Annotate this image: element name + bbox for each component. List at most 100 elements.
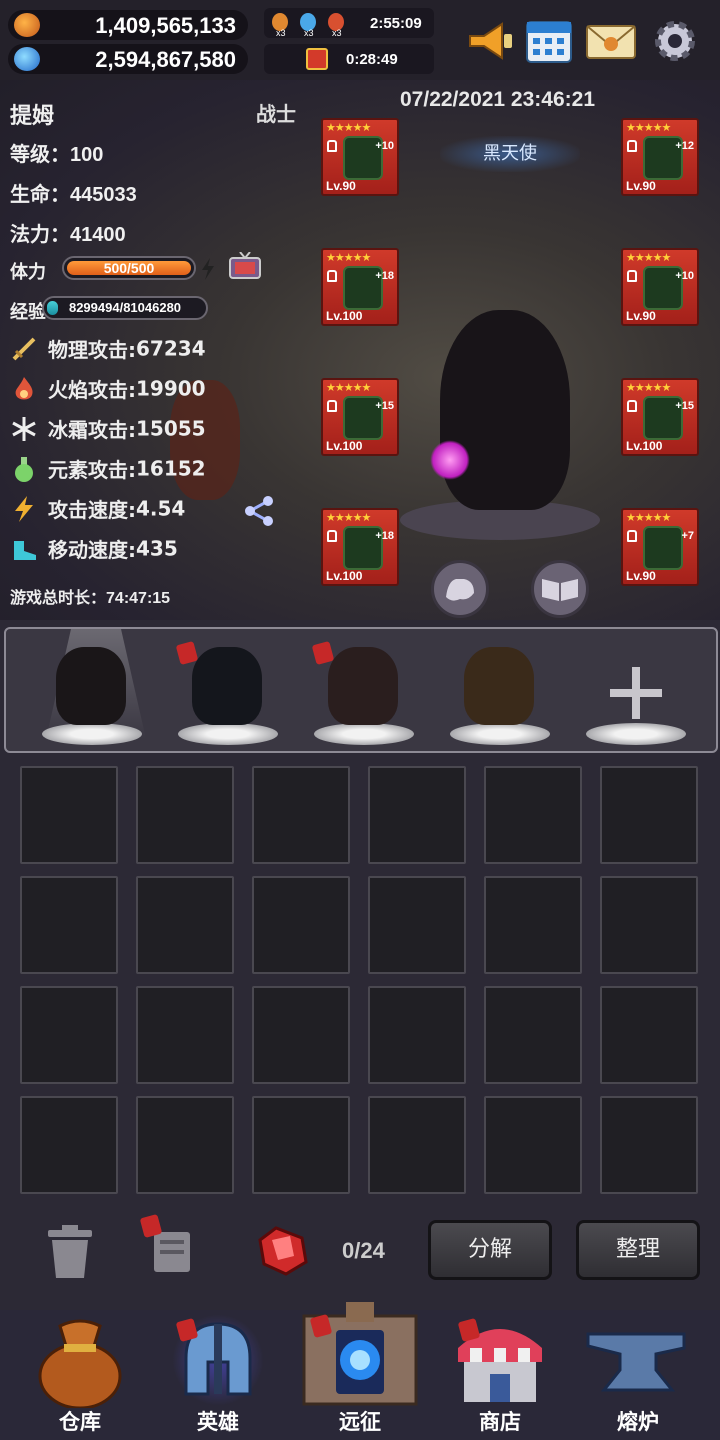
- lock-icon: [327, 140, 337, 152]
- ruby-icon: [254, 1222, 310, 1278]
- hero-class: 战士: [256, 102, 296, 126]
- title-badge: 黑天使: [440, 136, 580, 172]
- inventory-slot[interactable]: [20, 876, 118, 974]
- lock-icon: [627, 270, 637, 282]
- lightning-icon: [202, 258, 214, 280]
- book-icon: [542, 579, 578, 601]
- inventory-slot[interactable]: [484, 1096, 582, 1194]
- trash-button[interactable]: [44, 1224, 96, 1280]
- inventory-slot[interactable]: [20, 766, 118, 864]
- mail-icon: [586, 25, 636, 59]
- nav-expedition[interactable]: 远征: [290, 1296, 430, 1440]
- inventory-slot[interactable]: [136, 986, 234, 1084]
- potion-icon: [15, 456, 33, 482]
- megaphone-button[interactable]: [462, 14, 516, 68]
- inventory-slot[interactable]: [252, 766, 350, 864]
- team-hero-2[interactable]: [192, 647, 262, 725]
- team-hero-4[interactable]: [464, 647, 534, 725]
- lock-icon: [327, 400, 337, 412]
- inventory-slot[interactable]: [252, 876, 350, 974]
- mail-button[interactable]: [584, 14, 638, 68]
- shield-item-icon: [643, 526, 683, 570]
- share-button[interactable]: [242, 494, 276, 528]
- equip-slot-ring[interactable]: ★★★★★ +12 Lv.90: [621, 118, 699, 196]
- tv-ad-button[interactable]: [228, 251, 262, 280]
- gift-timer: 0:28:49: [346, 51, 398, 68]
- inventory-slot[interactable]: [136, 766, 234, 864]
- inventory-slot[interactable]: [484, 876, 582, 974]
- exp-bar: 8299494/81046280: [42, 296, 208, 320]
- gold-value: 1,409,565,133: [95, 13, 236, 38]
- inventory-slot[interactable]: [600, 876, 698, 974]
- team-pedestal-4: [450, 723, 550, 745]
- lock-icon: [627, 140, 637, 152]
- add-hero-button[interactable]: [606, 663, 666, 723]
- plus-icon: [610, 667, 662, 719]
- fire-icon: [15, 376, 33, 399]
- hp-row: 生命：445033: [10, 182, 137, 206]
- inventory-slot[interactable]: [136, 876, 234, 974]
- share-icon: [245, 496, 273, 526]
- gold-counter: 1,409,565,133: [8, 10, 248, 40]
- inventory-count: 0/24: [342, 1238, 385, 1263]
- gear-icon: [655, 21, 695, 61]
- sort-button[interactable]: 整理: [576, 1220, 700, 1280]
- attribute-attack-speed: 攻击速度:4.54: [10, 494, 185, 524]
- inventory-slot[interactable]: [136, 1096, 234, 1194]
- equip-slot-boots[interactable]: ★★★★★ +15 Lv.100: [621, 378, 699, 456]
- muscle-icon: [446, 579, 474, 601]
- inventory-slot[interactable]: [20, 1096, 118, 1194]
- decompose-button[interactable]: 分解: [428, 1220, 552, 1280]
- inventory-slot[interactable]: [20, 986, 118, 1084]
- inventory-slot[interactable]: [368, 1096, 466, 1194]
- inventory-slot[interactable]: [600, 766, 698, 864]
- calendar-icon: [526, 21, 572, 63]
- attribute-fire: 火焰攻击:19900: [10, 374, 206, 404]
- team-hero-1[interactable]: [56, 647, 126, 725]
- equip-slot-gloves[interactable]: ★★★★★ +15 Lv.100: [321, 378, 399, 456]
- inventory-slot[interactable]: [484, 766, 582, 864]
- anvil-icon: [586, 1332, 686, 1392]
- inventory-slot[interactable]: [484, 986, 582, 1084]
- stamina-label: 体力: [10, 262, 46, 283]
- inventory-slot[interactable]: [600, 1096, 698, 1194]
- lock-icon: [327, 530, 337, 542]
- lock-icon: [327, 270, 337, 282]
- calendar-button[interactable]: [522, 14, 576, 68]
- inventory-slot[interactable]: [600, 986, 698, 1084]
- skill-book-button[interactable]: [531, 560, 589, 618]
- team-pedestal-2: [178, 723, 278, 745]
- top-bar: 1,409,565,133 2,594,867,580 x3 x3 x3 2:5…: [0, 0, 720, 80]
- bottom-nav: 仓库 英雄 远征 商店 熔炉: [0, 1302, 720, 1440]
- boot-icon: [14, 540, 36, 560]
- inventory-slot[interactable]: [368, 986, 466, 1084]
- hero-character: [440, 310, 570, 510]
- nav-forge[interactable]: 熔炉: [578, 1314, 698, 1440]
- nav-shop[interactable]: 商店: [440, 1314, 560, 1440]
- gem-counter: 2,594,867,580: [8, 44, 248, 74]
- buff-timer-panel[interactable]: x3 x3 x3 2:55:09: [264, 8, 434, 38]
- settings-button[interactable]: [648, 14, 702, 68]
- exp-label: 经验: [10, 302, 46, 323]
- gem-value: 2,594,867,580: [95, 47, 236, 72]
- lightning-icon: [15, 495, 33, 522]
- equip-slot-helmet[interactable]: ★★★★★ +10 Lv.90: [321, 118, 399, 196]
- lock-icon: [627, 530, 637, 542]
- equip-slot-shield[interactable]: ★★★★★ +7 Lv.90: [621, 508, 699, 586]
- nav-hero[interactable]: 英雄: [158, 1314, 278, 1440]
- inventory-slot[interactable]: [252, 986, 350, 1084]
- trash-icon: [48, 1225, 92, 1278]
- level-row: 等级：100: [10, 142, 104, 166]
- equip-slot-necklace[interactable]: ★★★★★ +18 Lv.100: [321, 248, 399, 326]
- hero-name: 提姆: [10, 104, 55, 129]
- inventory-slot[interactable]: [368, 876, 466, 974]
- equip-slot-weapon[interactable]: ★★★★★ +18 Lv.100: [321, 508, 399, 586]
- team-hero-3[interactable]: [328, 647, 398, 725]
- strength-button[interactable]: [431, 560, 489, 618]
- gift-timer-panel[interactable]: 0:28:49: [264, 44, 434, 74]
- equip-slot-armor[interactable]: ★★★★★ +10 Lv.90: [621, 248, 699, 326]
- gold-coin-icon: [14, 13, 40, 37]
- inventory-slot[interactable]: [252, 1096, 350, 1194]
- inventory-slot[interactable]: [368, 766, 466, 864]
- nav-warehouse[interactable]: 仓库: [20, 1314, 140, 1440]
